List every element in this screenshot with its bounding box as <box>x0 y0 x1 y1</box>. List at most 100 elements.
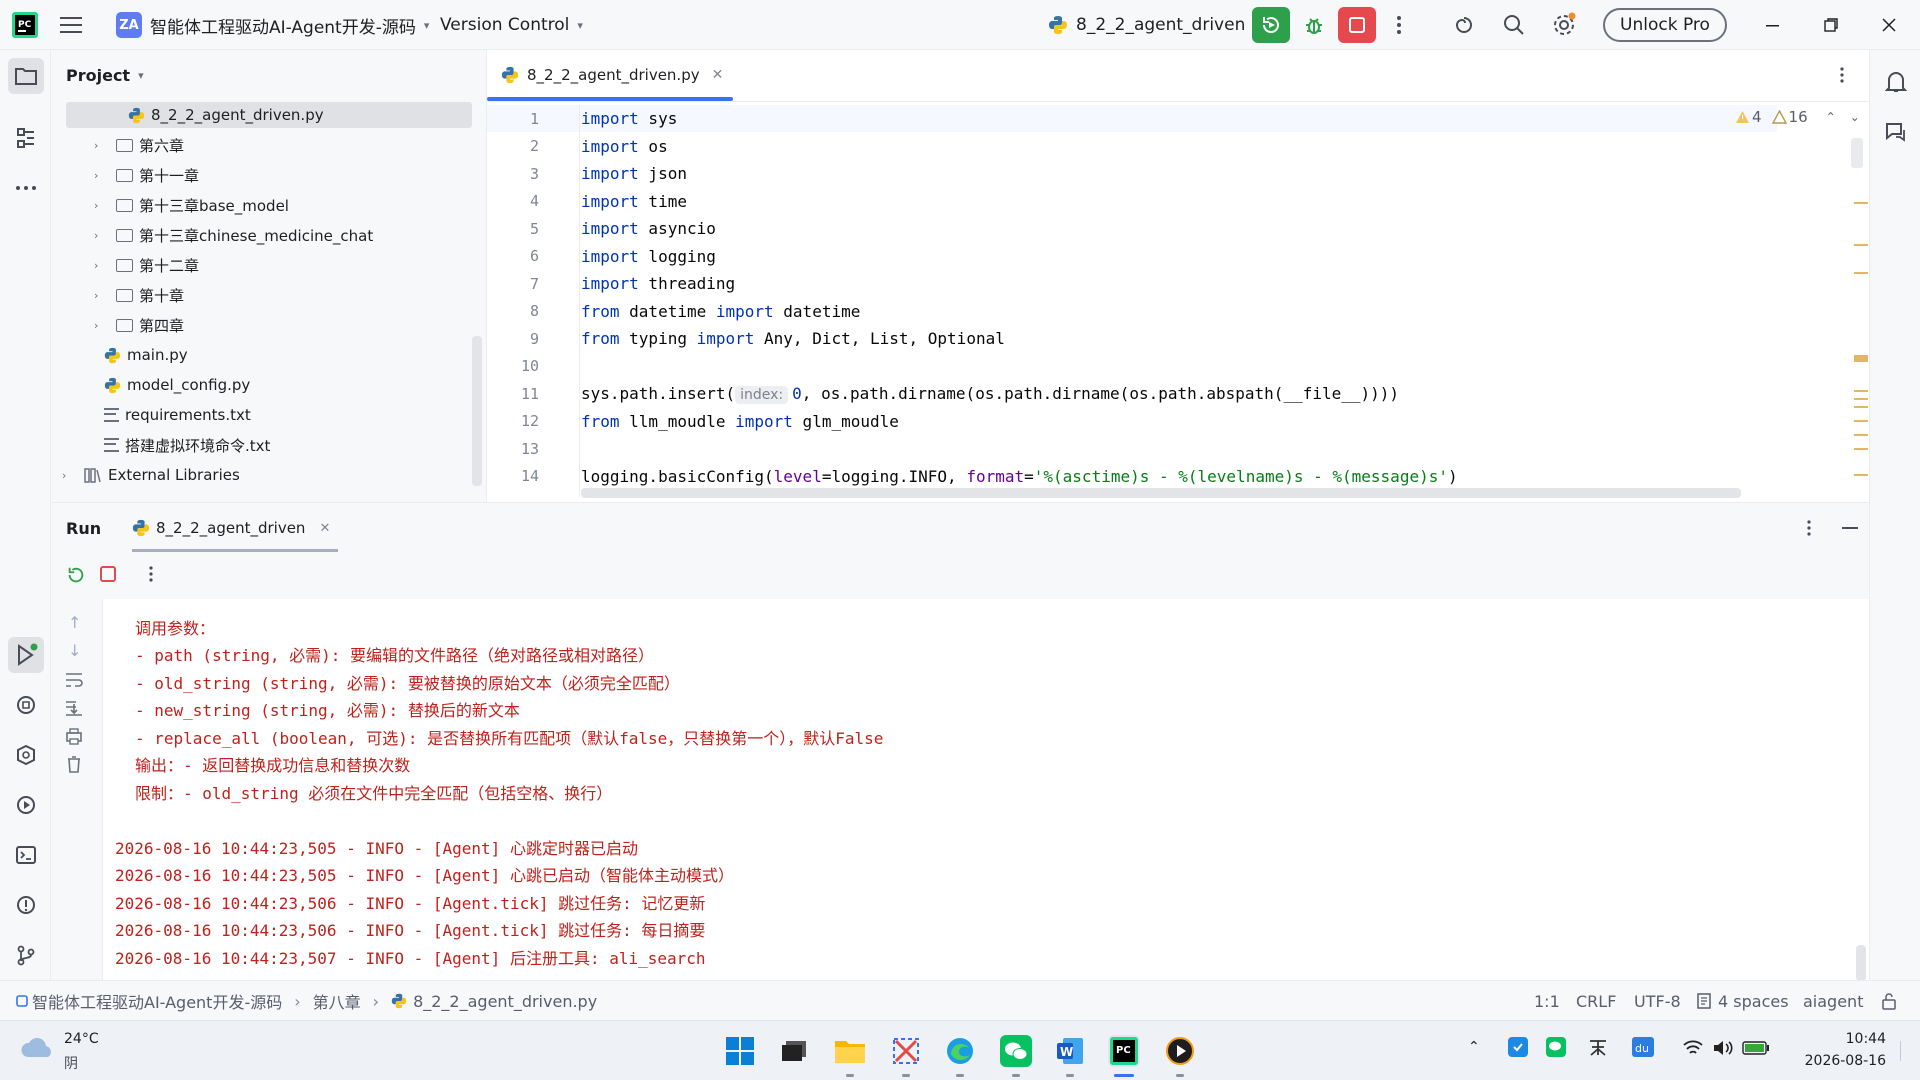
python-packages-button[interactable] <box>8 687 44 723</box>
run-dashboard-button[interactable] <box>8 787 44 823</box>
arrow-down-icon[interactable]: ↓ <box>68 641 81 660</box>
terminal-button[interactable] <box>8 837 44 873</box>
minimize-button[interactable] <box>1754 7 1792 43</box>
close-tab-icon[interactable]: ✕ <box>712 67 724 83</box>
weather-widget[interactable] <box>20 1033 56 1065</box>
code-line[interactable]: 12 from llm_moudle import glm_moudle <box>487 408 1777 435</box>
chevron-down-icon[interactable]: ⌄ <box>1850 110 1860 124</box>
tree-scrollbar[interactable] <box>472 336 482 486</box>
more-tools-button[interactable] <box>8 170 44 206</box>
print-icon[interactable] <box>64 727 84 749</box>
code-line[interactable]: 1 import sys <box>487 105 1777 132</box>
wechat-icon[interactable] <box>1000 1035 1032 1067</box>
editor-scrollbar-thumb[interactable] <box>1851 138 1863 168</box>
clock-date[interactable]: 2026-08-16 <box>1776 1053 1886 1069</box>
more-actions-button[interactable] <box>1380 7 1418 43</box>
code-line[interactable]: 10 <box>487 353 1777 380</box>
editor-tab[interactable]: 8_2_2_agent_driven.py ✕ <box>501 50 723 100</box>
pycharm-logo-icon[interactable]: PC <box>12 0 38 50</box>
debug-button[interactable] <box>1295 7 1333 43</box>
more-vertical-icon[interactable] <box>148 565 154 587</box>
code-line[interactable]: 4 import time <box>487 188 1777 215</box>
close-tab-icon[interactable]: ✕ <box>319 521 330 536</box>
caret-position[interactable]: 1:1 <box>1534 981 1560 1021</box>
tray-app-icon[interactable] <box>1508 1037 1528 1061</box>
snipping-tool-icon[interactable] <box>890 1035 922 1067</box>
project-tool-button[interactable] <box>8 58 44 94</box>
task-view-icon[interactable] <box>778 1035 810 1067</box>
code-line[interactable]: 2 import os <box>487 133 1777 160</box>
code-line[interactable]: 3 import json <box>487 160 1777 187</box>
wechat-tray-icon[interactable] <box>1546 1037 1566 1061</box>
chevron-up-icon[interactable]: ⌃ <box>1468 1039 1480 1055</box>
line-separator[interactable]: CRLF <box>1576 981 1616 1021</box>
run-config-selector[interactable]: 8_2_2_agent_driven ▾ <box>1048 0 1259 50</box>
inspection-widget[interactable]: 4 16 ⌃ ⌄ <box>1735 108 1860 126</box>
notifications-button[interactable] <box>1878 64 1914 100</box>
chevron-right-icon[interactable]: › <box>94 319 106 332</box>
tree-item[interactable]: › 第六章 <box>94 130 184 160</box>
battery-icon[interactable] <box>1742 1041 1770 1059</box>
file-explorer-icon[interactable] <box>834 1035 866 1067</box>
arrow-up-icon[interactable]: ↑ <box>68 613 81 632</box>
tree-item[interactable]: › 第十二章 <box>94 250 199 280</box>
volume-icon[interactable] <box>1712 1039 1734 1061</box>
python-interpreter[interactable]: aiagent <box>1803 981 1863 1021</box>
run-options-button[interactable] <box>1806 519 1812 541</box>
code-line[interactable]: 7 import threading <box>487 270 1777 297</box>
chevron-right-icon[interactable]: › <box>94 259 106 272</box>
tree-item[interactable]: › External Libraries <box>62 460 240 490</box>
windows-start-icon[interactable] <box>724 1035 756 1067</box>
clock-time[interactable]: 10:44 <box>1790 1031 1886 1047</box>
run-tool-button[interactable] <box>8 637 44 673</box>
ai-assistant-button[interactable] <box>1445 7 1483 43</box>
main-menu-icon[interactable] <box>60 0 82 50</box>
tree-item[interactable]: › 第十三章chinese_medicine_chat <box>94 220 373 250</box>
media-player-icon[interactable] <box>1164 1035 1196 1067</box>
tree-item[interactable]: main.py <box>104 340 188 370</box>
stop-icon[interactable] <box>100 566 116 586</box>
tree-item[interactable]: 搭建虚拟环境命令.txt <box>104 430 270 460</box>
chevron-up-icon[interactable]: ⌃ <box>1826 110 1836 124</box>
chevron-right-icon[interactable]: › <box>94 289 106 302</box>
tree-item[interactable]: 8_2_2_agent_driven.py <box>128 100 324 130</box>
project-switcher[interactable]: ZA 智能体工程驱动AI-Agent开发-源码 ▾ <box>116 0 429 50</box>
stop-button[interactable] <box>1338 7 1376 43</box>
indent-setting[interactable]: 4 spaces <box>1696 981 1789 1021</box>
pycharm-taskbar-icon[interactable]: PC <box>1108 1035 1140 1067</box>
code-line[interactable]: 5 import asyncio <box>487 215 1777 242</box>
code-line[interactable]: 11 sys.path.insert(index: 0, os.path.dirna… <box>487 380 1777 407</box>
show-desktop-button[interactable] <box>1900 1041 1910 1061</box>
tree-item[interactable]: › 第十三章base_model <box>94 190 289 220</box>
problems-button[interactable] <box>8 887 44 923</box>
ai-chat-button[interactable] <box>1878 114 1914 150</box>
rerun-button[interactable] <box>1252 7 1290 43</box>
tree-item[interactable]: model_config.py <box>104 370 250 400</box>
code-line[interactable]: 14 logging.basicConfig(level=logging.INFO… <box>487 463 1777 490</box>
rerun-icon[interactable] <box>66 565 86 589</box>
chevron-right-icon[interactable]: › <box>94 229 106 242</box>
code-line[interactable]: 9 from typing import Any, Dict, List, Opt… <box>487 325 1777 352</box>
structure-tool-button[interactable] <box>8 120 44 156</box>
close-window-button[interactable] <box>1870 7 1908 43</box>
editor-horizontal-scrollbar[interactable] <box>581 488 1741 498</box>
word-icon[interactable]: W <box>1054 1035 1086 1067</box>
breadcrumb-file[interactable]: 8_2_2_agent_driven.py <box>413 992 597 1011</box>
code-line[interactable]: 6 import logging <box>487 243 1777 270</box>
scroll-to-end-icon[interactable] <box>64 699 84 721</box>
tree-item[interactable]: requirements.txt <box>104 400 251 430</box>
wifi-icon[interactable] <box>1682 1039 1704 1061</box>
project-panel-header[interactable]: Project ▾ <box>66 66 144 85</box>
baidu-netdisk-icon[interactable]: du <box>1632 1037 1654 1061</box>
version-control-menu[interactable]: Version Control ▾ <box>440 0 583 50</box>
trash-icon[interactable] <box>64 755 84 777</box>
services-button[interactable] <box>8 737 44 773</box>
breadcrumb-folder[interactable]: 第八章 <box>313 989 361 1013</box>
git-button[interactable] <box>8 937 44 973</box>
run-tab[interactable]: 8_2_2_agent_driven ✕ <box>132 503 330 553</box>
breadcrumb-project[interactable]: 智能体工程驱动AI-Agent开发-源码 <box>32 989 282 1013</box>
search-button[interactable] <box>1495 7 1533 43</box>
unlock-pro-button[interactable]: Unlock Pro <box>1603 8 1727 42</box>
code-line[interactable]: 13 <box>487 435 1777 462</box>
maximize-button[interactable] <box>1812 7 1850 43</box>
